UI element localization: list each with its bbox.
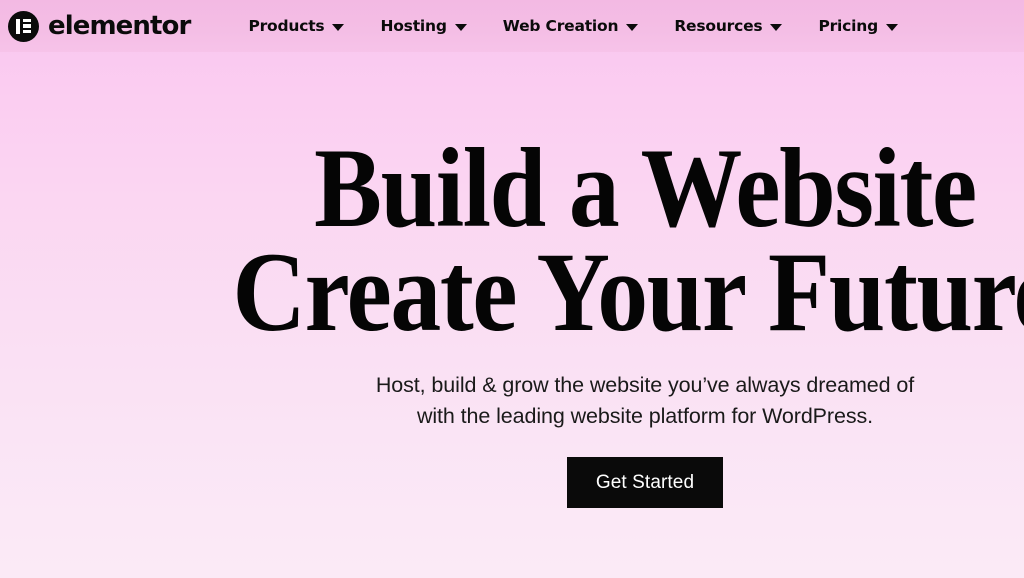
hero-section: Build a Website Create Your Future Host,… (0, 52, 1024, 578)
chevron-down-icon (626, 23, 639, 31)
get-started-button[interactable]: Get Started (567, 457, 723, 508)
brand-wordmark: elementor (48, 11, 191, 41)
nav-item-label: Pricing (818, 17, 879, 35)
main-navigation: Products Hosting Web Creation Resources … (230, 0, 916, 52)
nav-item-resources[interactable]: Resources (656, 0, 800, 52)
nav-item-web-creation[interactable]: Web Creation (485, 0, 657, 52)
hero-content: Build a Website Create Your Future Host,… (0, 52, 1024, 578)
hero-cta-container: Get Started (0, 457, 1024, 508)
elementor-logo-icon (8, 10, 39, 42)
nav-item-hosting[interactable]: Hosting (362, 0, 484, 52)
nav-item-products[interactable]: Products (230, 0, 362, 52)
hero-headline-line-1: Build a Website (314, 126, 977, 251)
nav-item-label: Web Creation (502, 17, 619, 35)
hero-subheadline: Host, build & grow the website you’ve al… (0, 370, 1024, 432)
hero-subheadline-line-2: with the leading website platform for Wo… (416, 404, 874, 428)
nav-item-pricing[interactable]: Pricing (800, 0, 916, 52)
hero-headline: Build a Website Create Your Future (65, 126, 1024, 355)
chevron-down-icon (886, 23, 899, 31)
chevron-down-icon (770, 23, 783, 31)
page-root: elementor Products Hosting Web Creation … (0, 0, 1024, 578)
nav-item-label: Products (248, 17, 325, 35)
site-header: elementor Products Hosting Web Creation … (0, 0, 1024, 52)
chevron-down-icon (332, 23, 345, 31)
hero-subheadline-line-1: Host, build & grow the website you’ve al… (375, 373, 915, 397)
hero-headline-line-2: Create Your Future (232, 230, 1024, 355)
nav-item-label: Hosting (380, 17, 447, 35)
brand-logo-link[interactable]: elementor (8, 10, 191, 42)
chevron-down-icon (454, 23, 467, 31)
nav-item-label: Resources (674, 17, 763, 35)
